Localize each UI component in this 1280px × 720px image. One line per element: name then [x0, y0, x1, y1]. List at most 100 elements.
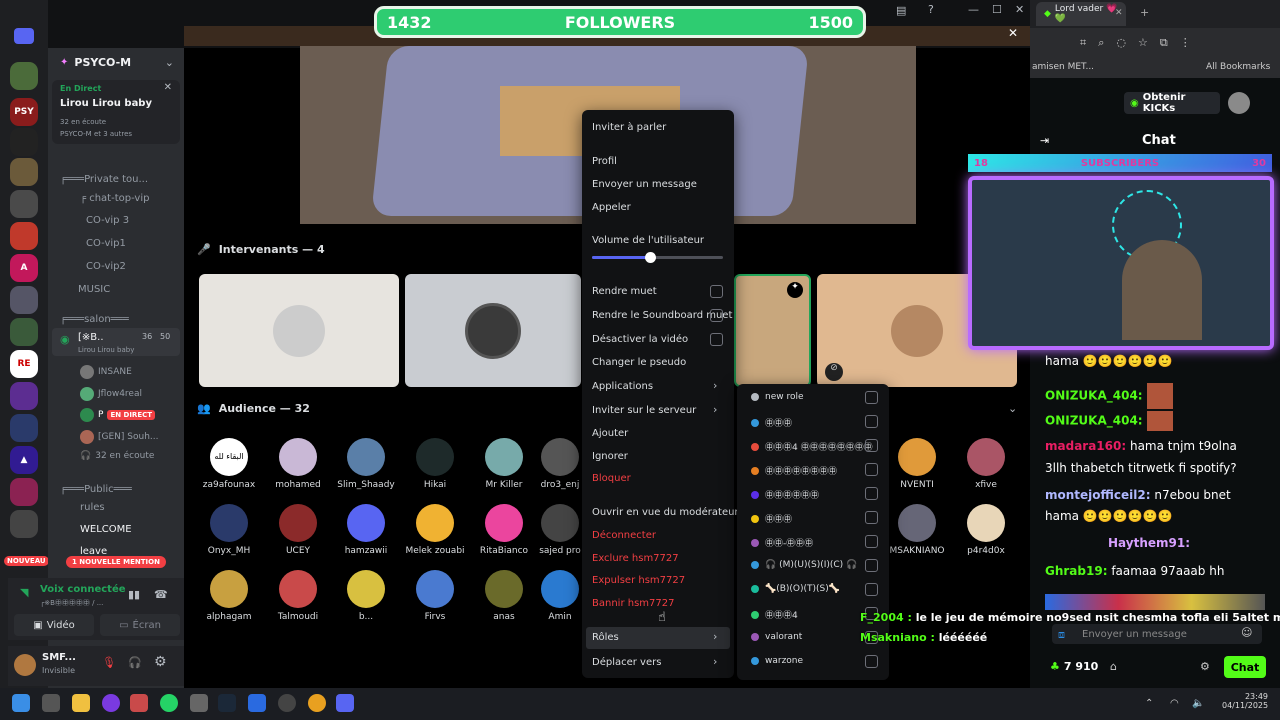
speaker-tile-active[interactable]: ✦: [734, 274, 811, 387]
inbox-icon[interactable]: ▤: [896, 4, 906, 17]
menu-ban[interactable]: Bannir hsm7727: [592, 598, 674, 609]
channel-rules[interactable]: rules: [80, 502, 105, 513]
audience-member[interactable]: NVENTI: [882, 438, 952, 490]
server-icon[interactable]: [10, 62, 38, 90]
server-icon[interactable]: [10, 382, 38, 410]
minimize-icon[interactable]: —: [968, 3, 979, 16]
send-chat-button[interactable]: Chat: [1224, 656, 1266, 678]
active-stage-channel[interactable]: ◉ [※B.. 36 50 Lirou Lirou baby: [52, 328, 180, 356]
menu-ignore[interactable]: Ignorer: [592, 451, 628, 462]
audience-member[interactable]: Hikai: [400, 438, 470, 490]
role-checkbox[interactable]: [865, 439, 878, 452]
role-item[interactable]: ㊥㊥㊥4: [751, 608, 798, 621]
audience-member[interactable]: MSAKNIANO: [882, 504, 952, 556]
discord-home-icon[interactable]: [14, 28, 34, 44]
close-stream-icon[interactable]: ✕: [1008, 26, 1018, 40]
role-item[interactable]: new role: [751, 392, 804, 402]
role-item[interactable]: ㊥㊥㊥4 ㊥㊥㊥㊥㊥㊥㊥㊥: [751, 440, 873, 453]
app-icon[interactable]: [102, 694, 120, 712]
noise-icon[interactable]: ▮▮: [128, 588, 140, 601]
all-bookmarks[interactable]: All Bookmarks: [1206, 62, 1270, 72]
wifi-icon[interactable]: ◠: [1170, 698, 1179, 709]
whatsapp-icon[interactable]: [160, 694, 178, 712]
audience-member[interactable]: البقاء لله za9afounax: [194, 438, 264, 490]
role-item[interactable]: ㊥㊥-㊥㊥㊥: [751, 536, 813, 549]
mute-checkbox[interactable]: [710, 285, 723, 298]
chat-input[interactable]: Envoyer un message: [1052, 624, 1262, 644]
volume-icon[interactable]: 🔈: [1192, 698, 1204, 709]
voice-user[interactable]: INSANE: [80, 365, 132, 379]
server-icon[interactable]: [10, 478, 38, 506]
maximize-icon[interactable]: ☐: [992, 3, 1002, 16]
soundboard-checkbox[interactable]: [710, 309, 723, 322]
server-icon-re[interactable]: RE: [10, 350, 38, 378]
menu-mod-view[interactable]: Ouvrir en vue du modérateur: [592, 507, 739, 518]
audience-member[interactable]: Slim_Shaady: [331, 438, 401, 490]
menu-apps[interactable]: Applications: [592, 381, 653, 392]
server-icon[interactable]: [10, 286, 38, 314]
role-item[interactable]: ㊥㊥㊥㊥㊥㊥: [751, 488, 819, 501]
role-item[interactable]: 🦴(B)(O)(T)(S)🦴: [751, 584, 840, 594]
voice-channel-music[interactable]: MUSIC: [78, 284, 110, 295]
audience-member[interactable]: Melek zouabi: [400, 504, 470, 556]
server-icon[interactable]: [10, 190, 38, 218]
audience-member[interactable]: hamzawii: [331, 504, 401, 556]
screen-share-button[interactable]: ▭ Écran: [100, 614, 180, 636]
role-item[interactable]: ㊥㊥㊥: [751, 416, 792, 429]
gear-icon[interactable]: ⚙: [154, 654, 167, 670]
audience-member[interactable]: p4r4d0x: [951, 504, 1021, 556]
menu-block[interactable]: Bloquer: [592, 473, 631, 484]
voice-channel-co-vip1[interactable]: CO-vip1: [86, 238, 126, 249]
category-salon[interactable]: ╒═══salon═══: [60, 314, 129, 325]
audience-member[interactable]: Mr Killer: [469, 438, 539, 490]
channel-points[interactable]: ♣ 7 910: [1050, 660, 1098, 673]
voice-user[interactable]: [GEN] Souh...: [80, 430, 159, 444]
voice-channel-co-vip3[interactable]: CO-vip 3: [86, 215, 129, 226]
emoji-icon[interactable]: ☺: [1241, 626, 1252, 639]
profile-avatar[interactable]: [1228, 92, 1250, 114]
voice-channel-co-vip2[interactable]: CO-vip2: [86, 261, 126, 272]
voice-user[interactable]: Jflow4real: [80, 387, 142, 401]
role-checkbox[interactable]: [865, 415, 878, 428]
speaker-tile[interactable]: [405, 274, 581, 387]
menu-nickname[interactable]: Changer le pseudo: [592, 357, 686, 368]
audience-member[interactable]: dro3_enj: [538, 438, 582, 490]
steam-icon[interactable]: [218, 694, 236, 712]
audience-member[interactable]: mohamed: [263, 438, 333, 490]
audience-member[interactable]: b...: [331, 570, 401, 622]
audience-member[interactable]: xfive: [951, 438, 1021, 490]
store-icon[interactable]: ⌂: [1110, 660, 1117, 673]
tray-chevron-icon[interactable]: ⌃: [1145, 698, 1153, 709]
menu-profile[interactable]: Profil: [592, 156, 617, 167]
server-icon[interactable]: ▲: [10, 446, 38, 474]
audience-member[interactable]: Amin: [538, 570, 582, 622]
audience-member[interactable]: alphagam: [194, 570, 264, 622]
discord-taskbar-icon[interactable]: [336, 694, 354, 712]
get-kicks-button[interactable]: ◉ Obtenir KICKs: [1124, 92, 1220, 114]
volume-handle[interactable]: [644, 252, 656, 263]
audience-member[interactable]: RitaBianco: [469, 504, 539, 556]
video-checkbox[interactable]: [710, 333, 723, 346]
menu-exclude[interactable]: Exclure hsm7727: [592, 553, 679, 564]
voice-user-live[interactable]: P EN DIRECT: [80, 408, 156, 422]
disconnect-icon[interactable]: ☎: [154, 588, 168, 601]
audience-member[interactable]: UCEY: [263, 504, 333, 556]
collapse-chat-icon[interactable]: ⇥: [1040, 134, 1049, 147]
server-header[interactable]: ✦ PSYCO-M ⌄: [48, 48, 184, 76]
clock[interactable]: 23:49 04/11/2025: [1222, 692, 1268, 710]
app-icon[interactable]: [248, 694, 266, 712]
headphones-icon[interactable]: 🎧: [128, 656, 142, 669]
mic-muted-icon[interactable]: 🎙: [102, 656, 116, 669]
server-icon[interactable]: [10, 128, 38, 156]
speaker-tile[interactable]: [199, 274, 399, 387]
video-button[interactable]: ▣ Vidéo: [14, 614, 94, 636]
role-item[interactable]: 🎧 (M)(U)(S)(I)(C) 🎧: [751, 560, 857, 570]
menu-mute[interactable]: Rendre muet: [592, 286, 657, 297]
menu-disable-video[interactable]: Désactiver la vidéo: [592, 334, 688, 345]
category-public[interactable]: ╒═══Public═══: [60, 484, 132, 495]
role-checkbox[interactable]: [865, 535, 878, 548]
role-checkbox[interactable]: [865, 511, 878, 524]
menu-kick[interactable]: Expulser hsm7727: [592, 575, 685, 586]
obs-icon[interactable]: [278, 694, 296, 712]
menu-invite-server[interactable]: Inviter sur le serveur: [592, 405, 696, 416]
